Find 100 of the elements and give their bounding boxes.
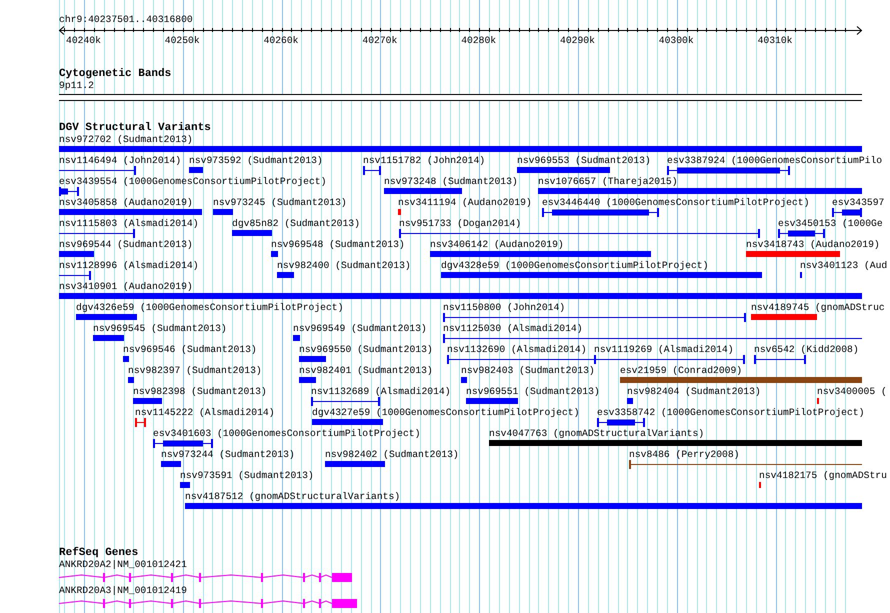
variant-bar[interactable] [59, 146, 862, 152]
variant-label: nsv3401123 (Aud [800, 260, 888, 272]
variant-label: esv3450153 (1000Ge [778, 218, 883, 230]
variant-bar[interactable] [59, 209, 202, 215]
variant-label: esv3387924 (1000GenomesConsortiumPilo [667, 155, 882, 167]
variant-bar[interactable] [398, 209, 401, 215]
variant-bar[interactable] [430, 251, 651, 257]
variant-label: nsv1151782 (John2014) [363, 155, 486, 167]
gene-model-drawing[interactable] [59, 572, 352, 583]
location-label: chr9:40237501..40316800 [59, 14, 193, 26]
variant-bar[interactable] [312, 419, 383, 425]
tick-label: 40290k [560, 35, 595, 47]
variant-label: nsv969546 (Sudmant2013) [123, 344, 257, 356]
variant-bar[interactable] [59, 251, 94, 257]
variant-label: nsv3410901 (Audano2019) [59, 281, 193, 293]
tick-label: 40260k [264, 35, 298, 47]
variant-label: dgv4327e59 (1000GenomesConsortiumPilotProject) [312, 407, 580, 419]
variant-label: nsv3405858 (Audano2019) [59, 197, 193, 209]
variant-label: nsv1125030 (Alsmadi2014) [443, 323, 583, 335]
variant-label: nsv973244 (Sudmant2013) [161, 449, 295, 461]
gene-model-drawing[interactable] [59, 598, 357, 609]
variant-label: nsv4189745 (gnomADStruc [751, 302, 885, 314]
variant-bar[interactable] [189, 167, 203, 173]
variant-label: nsv1128996 (Alsmadi2014) [59, 260, 199, 272]
variant-label: nsv3418743 (Audano2019) [746, 239, 880, 251]
variant-span[interactable] [667, 166, 790, 175]
variant-label: nsv982397 (Sudmant2013) [128, 365, 262, 377]
variant-span[interactable] [542, 208, 659, 217]
variant-bar[interactable] [538, 188, 862, 194]
variant-bar[interactable] [627, 398, 633, 404]
variant-label: nsv4182175 (gnomADStru [759, 470, 887, 482]
variant-span[interactable] [311, 397, 380, 406]
variant-span[interactable] [59, 187, 79, 196]
variant-label: nsv982402 (Sudmant2013) [325, 449, 459, 461]
variant-label: nsv969550 (Sudmant2013) [299, 344, 433, 356]
tick-label: 40270k [362, 35, 398, 47]
variant-bar[interactable] [461, 377, 467, 383]
variant-bar[interactable] [517, 167, 610, 173]
variant-bar[interactable] [185, 503, 862, 509]
variant-span[interactable] [447, 355, 596, 364]
variant-bar[interactable] [299, 356, 326, 362]
variant-label: nsv1146494 (John2014) [59, 155, 182, 167]
variant-bar[interactable] [133, 398, 162, 404]
variant-bar[interactable] [489, 440, 862, 446]
variant-label: nsv8486 (Perry2008) [629, 449, 740, 461]
variant-label: nsv982403 (Sudmant2013) [461, 365, 595, 377]
variant-span[interactable] [135, 418, 146, 427]
variant-span[interactable] [443, 313, 746, 322]
variant-span[interactable] [59, 166, 136, 175]
variant-bar[interactable] [180, 482, 190, 488]
band-label: 9p11.2 [59, 80, 94, 92]
variant-bar[interactable] [76, 314, 137, 320]
variant-label: esv3446440 (1000GenomesConsortiumPilotProject) [542, 197, 810, 209]
variant-bar[interactable] [232, 230, 272, 236]
variant-bar[interactable] [384, 188, 462, 194]
variant-label: dgv4326e59 (1000GenomesConsortiumPilotProject) [76, 302, 344, 314]
variant-span[interactable] [363, 166, 381, 175]
variant-bar[interactable] [128, 377, 134, 383]
variant-bar[interactable] [59, 293, 862, 299]
variant-bar[interactable] [751, 314, 817, 320]
variant-bar[interactable] [271, 251, 278, 257]
variant-label: nsv951733 (Dogan2014) [399, 218, 522, 230]
variant-label: nsv973245 (Sudmant2013) [213, 197, 347, 209]
variant-bar[interactable] [441, 272, 762, 278]
variant-bar[interactable] [161, 461, 181, 467]
variant-label: esv3358742 (1000GenomesConsortiumPilotProject) [597, 407, 864, 419]
variant-span[interactable] [153, 439, 213, 448]
variant-bar[interactable] [293, 335, 300, 341]
variant-bar[interactable] [93, 335, 124, 341]
variant-span[interactable] [629, 460, 862, 469]
variant-span[interactable] [59, 271, 91, 280]
variant-label: nsv1115803 (Alsmadi2014) [59, 218, 199, 230]
variant-bar[interactable] [620, 377, 862, 383]
variant-label: nsv3400005 ( [817, 386, 887, 398]
variant-span[interactable] [754, 355, 806, 364]
gene-label: ANKRD20A3|NM_001012419 [59, 585, 187, 597]
variant-span[interactable] [59, 229, 135, 238]
variant-label: nsv969549 (Sudmant2013) [293, 323, 427, 335]
variant-span[interactable] [778, 229, 825, 238]
variant-label: nsv969548 (Sudmant2013) [271, 239, 405, 251]
variant-span[interactable] [597, 418, 645, 427]
variant-bar[interactable] [466, 398, 518, 404]
variant-span[interactable] [832, 208, 862, 217]
variant-label: nsv4047763 (gnomADStructuralVariants) [489, 428, 704, 440]
variant-label: nsv973592 (Sudmant2013) [189, 155, 323, 167]
variant-span[interactable] [443, 334, 862, 343]
variant-label: dgv4328e59 (1000GenomesConsortiumPilotProject) [441, 260, 708, 272]
tick-label: 40300k [658, 35, 694, 47]
variant-bar[interactable] [213, 209, 233, 215]
variant-label: nsv969544 (Sudmant2013) [59, 239, 193, 251]
variant-bar[interactable] [123, 356, 129, 362]
variant-span[interactable] [399, 229, 760, 238]
variant-bar[interactable] [299, 377, 316, 383]
variant-bar[interactable] [746, 251, 840, 257]
variant-label: esv343597 [832, 197, 884, 209]
tick-label: 40280k [461, 35, 496, 47]
variant-bar[interactable] [325, 461, 385, 467]
variant-bar[interactable] [277, 272, 294, 278]
variant-span[interactable] [594, 355, 745, 364]
variant-label: nsv1145222 (Alsmadi2014) [135, 407, 275, 419]
